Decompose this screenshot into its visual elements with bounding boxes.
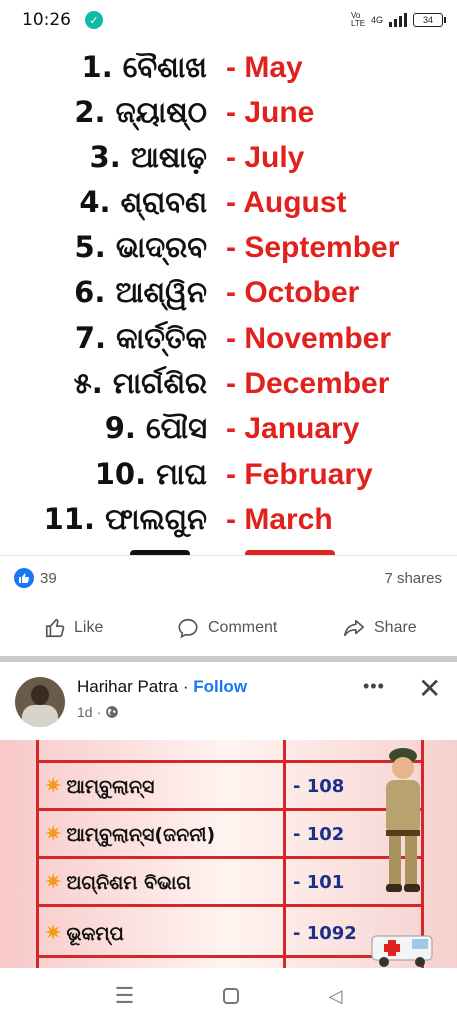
post-header: Harihar Patra · Follow 1d · ••• ✕ [0, 662, 457, 740]
share-label: Share [374, 619, 417, 636]
thumb-up-icon [45, 618, 65, 638]
odia-month: 3. ଆଷାଢ଼ [89, 140, 207, 174]
odia-month: 9. ପୌସ [104, 411, 207, 445]
close-icon[interactable]: ✕ [418, 672, 441, 705]
author-separator: · [178, 677, 194, 696]
avatar[interactable] [15, 677, 65, 727]
star-icon: ✷ [44, 921, 63, 946]
like-label: Like [74, 619, 104, 636]
like-button[interactable]: Like [44, 617, 103, 639]
table-row-partial [36, 740, 424, 763]
battery-level: 34 [422, 15, 433, 25]
share-button[interactable]: Share [342, 617, 417, 639]
notification-app-icon: ✓ [85, 11, 103, 29]
english-month: - August [226, 186, 347, 219]
odia-month: 7. କାର୍ତ୍ତିକ [74, 321, 207, 355]
odia-month: 11. ଫାଲଗୁନ [43, 502, 207, 536]
volte-label: Vo LTE [350, 11, 366, 28]
service-number: - 1092 [293, 923, 357, 944]
service-number: - 102 [293, 824, 345, 845]
star-icon: ✷ [44, 870, 63, 895]
odia-month: 5. ଭାଦ୍ରବ [74, 230, 207, 264]
battery-icon: 34 [413, 13, 446, 27]
month-row: 3. ଆଷାଢ଼ - July [0, 135, 457, 180]
english-month: - June [226, 96, 315, 129]
like-icon [14, 568, 34, 588]
post-image-months[interactable]: 1. ବୈଶାଖ - May 2. ଜ୍ୟାଷ୍ଠ - June 3. ଆଷାଢ… [0, 40, 457, 555]
english-month: - October [226, 276, 360, 309]
reaction-count: 39 [40, 569, 57, 587]
odia-month: 2. ଜ୍ୟାଷ୍ଠ [74, 95, 207, 129]
service-number: - 108 [293, 776, 345, 797]
odia-month: ୫. ମାର୍ଗଶିର [73, 366, 207, 400]
month-row: 6. ଆଶ୍ୱିନ - October [0, 270, 457, 315]
service-name: ଭୂକମ୍ପ [66, 923, 124, 945]
month-row: 10. ମାଘ - February [0, 452, 457, 497]
system-nav-bar: ☰ ◁ [0, 968, 457, 1024]
comment-icon [178, 618, 198, 639]
police-officer-illustration [386, 748, 420, 892]
post-time[interactable]: 1d [77, 704, 93, 720]
odia-month: 4. ଶ୍ରାବଣ [79, 185, 207, 219]
month-row: 11. ଫାଲଗୁନ - March [0, 497, 457, 542]
month-row-partial [0, 540, 457, 555]
month-row: 9. ପୌସ - January [0, 406, 457, 451]
table-row: ✷ ଆମ୍ବୁଲାନ୍ସ(ଜନନୀ) - 102 [36, 811, 424, 859]
table-row: ✷ ଭୂକମ୍ପ - 1092 [36, 910, 424, 958]
menu-icon[interactable]: ☰ [115, 983, 135, 1009]
month-row: 1. ବୈଶାଖ - May [0, 45, 457, 90]
month-row: 4. ଶ୍ରାବଣ - August [0, 180, 457, 225]
post-meta: 1d · [77, 704, 119, 720]
share-count[interactable]: 7 shares [384, 570, 442, 587]
odia-month: 10. ମାଘ [94, 457, 207, 491]
service-number: - 101 [293, 872, 345, 893]
star-icon: ✷ [44, 774, 63, 799]
odia-month: 6. ଆଶ୍ୱିନ [74, 275, 207, 309]
signal-icon [389, 13, 407, 27]
english-month: - March [226, 503, 333, 536]
service-name: ଆମ୍ବୁଲାନ୍ସ [66, 776, 155, 798]
comment-button[interactable]: Comment [176, 617, 277, 639]
english-month: - May [226, 51, 303, 84]
star-icon: ✷ [44, 822, 63, 847]
reaction-summary[interactable]: 39 [14, 568, 57, 588]
table-row: ✷ ଆମ୍ବୁଲାନ୍ସ - 108 [36, 763, 424, 811]
month-row: 5. ଭାଦ୍ରବ - September [0, 225, 457, 270]
english-month: - November [226, 322, 392, 355]
more-options-icon[interactable]: ••• [363, 676, 385, 697]
home-icon[interactable] [223, 988, 240, 1004]
status-bar: 10:26 ✓ Vo LTE 4G 34 [0, 0, 457, 40]
english-month: - July [226, 141, 305, 174]
comment-label: Comment [208, 619, 278, 636]
divider [0, 555, 457, 556]
post-actions: Like Comment Share [0, 608, 457, 648]
status-indicators: Vo LTE 4G 34 [350, 11, 446, 28]
post-image-emergency-numbers[interactable]: ✷ ଆମ୍ବୁଲାନ୍ସ - 108 ✷ ଆମ୍ବୁଲାନ୍ସ(ଜନନୀ) - 10… [0, 740, 457, 968]
ambulance-illustration [371, 935, 433, 967]
share-icon [344, 619, 364, 637]
status-time: 10:26 [22, 10, 71, 30]
service-name: ଅଗ୍ନିଶମ ବିଭାଗ [66, 872, 191, 894]
english-month: - December [226, 367, 390, 400]
globe-icon [106, 706, 119, 718]
month-row: 7. କାର୍ତ୍ତିକ - November [0, 316, 457, 361]
table-row: ✷ ଅଗ୍ନିଶମ ବିଭାଗ - 101 [36, 859, 424, 907]
service-name: ଆମ୍ବୁଲାନ୍ସ(ଜନନୀ) [66, 824, 216, 846]
author-name[interactable]: Harihar Patra [77, 677, 178, 696]
english-month: - September [226, 231, 400, 264]
english-month: - January [226, 412, 360, 445]
english-month: - February [226, 458, 373, 491]
author-line: Harihar Patra · Follow [77, 677, 247, 697]
follow-button[interactable]: Follow [193, 677, 247, 696]
network-type: 4G [370, 15, 383, 25]
month-row: ୫. ମାର୍ଗଶିର - December [0, 361, 457, 406]
odia-month: 1. ବୈଶାଖ [81, 50, 207, 84]
back-icon[interactable]: ◁ [329, 986, 343, 1007]
month-row: 2. ଜ୍ୟାଷ୍ଠ - June [0, 90, 457, 135]
meta-dot: · [96, 704, 102, 720]
